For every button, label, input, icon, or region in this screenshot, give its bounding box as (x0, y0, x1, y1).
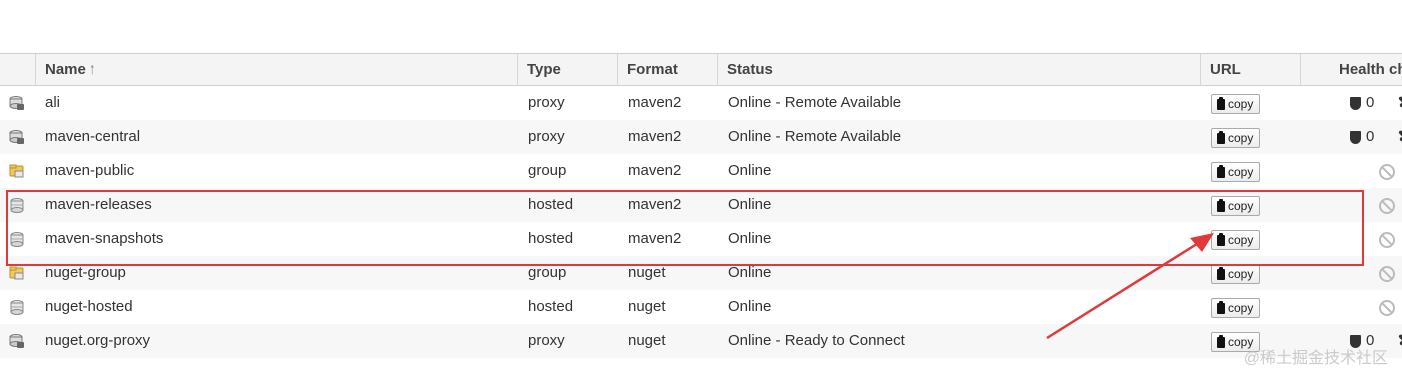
annotation-arrow-line (1046, 240, 1201, 340)
annotation-arrow (1046, 233, 1214, 340)
watermark-text: @稀土掘金技术社区 (1243, 350, 1388, 367)
annotation-arrow-head (1190, 233, 1214, 252)
